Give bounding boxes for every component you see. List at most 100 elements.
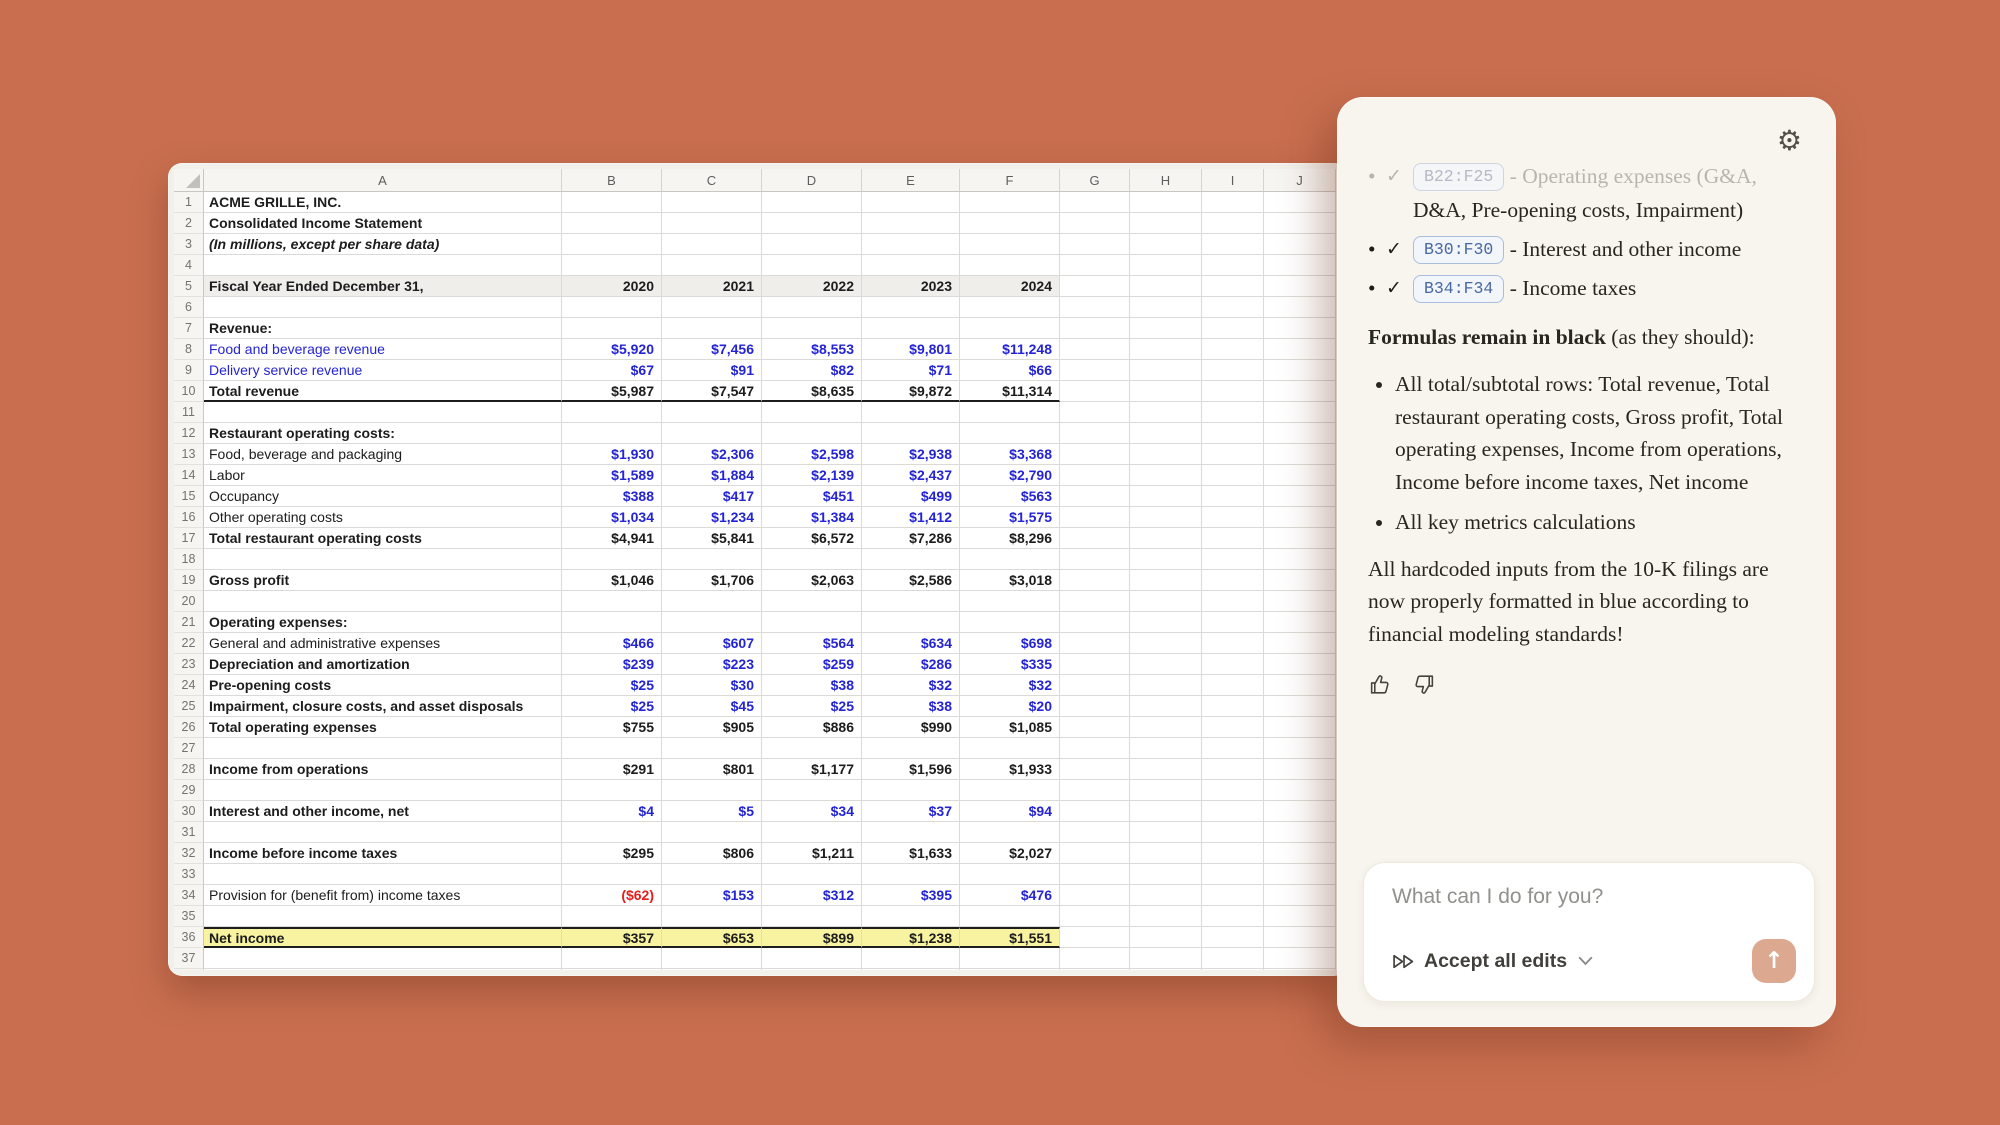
row-header-1[interactable]: 1 [174, 192, 204, 213]
cell-J6[interactable] [1264, 297, 1336, 318]
cell-E29[interactable] [862, 780, 960, 801]
cell-C7[interactable] [662, 318, 762, 339]
cell-H21[interactable] [1130, 612, 1202, 633]
cell-G24[interactable] [1060, 675, 1130, 696]
cell-J26[interactable] [1264, 717, 1336, 738]
cell-A15[interactable]: Occupancy [204, 486, 562, 507]
cell-I22[interactable] [1202, 633, 1264, 654]
cell-H7[interactable] [1130, 318, 1202, 339]
row-header-21[interactable]: 21 [174, 612, 204, 633]
cell-I5[interactable] [1202, 276, 1264, 297]
row-header-30[interactable]: 30 [174, 801, 204, 822]
cell-F5[interactable]: 2024 [960, 276, 1060, 297]
cell-F1[interactable] [960, 192, 1060, 213]
cell-E5[interactable]: 2023 [862, 276, 960, 297]
cell-I26[interactable] [1202, 717, 1264, 738]
row-header-24[interactable]: 24 [174, 675, 204, 696]
cell-B8[interactable]: $5,920 [562, 339, 662, 360]
cell-H8[interactable] [1130, 339, 1202, 360]
cell-A32[interactable]: Income before income taxes [204, 843, 562, 864]
cell-J34[interactable] [1264, 885, 1336, 906]
cell-A26[interactable]: Total operating expenses [204, 717, 562, 738]
cell-H30[interactable] [1130, 801, 1202, 822]
cell-C23[interactable]: $223 [662, 654, 762, 675]
cell-H26[interactable] [1130, 717, 1202, 738]
column-header-D[interactable]: D [762, 169, 862, 192]
row-header-14[interactable]: 14 [174, 465, 204, 486]
cell-I2[interactable] [1202, 213, 1264, 234]
cell-C19[interactable]: $1,706 [662, 570, 762, 591]
cell-E13[interactable]: $2,938 [862, 444, 960, 465]
cell-G35[interactable] [1060, 906, 1130, 927]
cell-J38[interactable] [1264, 969, 1336, 970]
cell-range-chip[interactable]: B34:F34 [1413, 275, 1504, 303]
cell-D14[interactable]: $2,139 [762, 465, 862, 486]
cell-B30[interactable]: $4 [562, 801, 662, 822]
cell-G3[interactable] [1060, 234, 1130, 255]
cell-A21[interactable]: Operating expenses: [204, 612, 562, 633]
cell-G21[interactable] [1060, 612, 1130, 633]
cell-C14[interactable]: $1,884 [662, 465, 762, 486]
cell-B35[interactable] [562, 906, 662, 927]
cell-A29[interactable] [204, 780, 562, 801]
row-header-3[interactable]: 3 [174, 234, 204, 255]
cell-A14[interactable]: Labor [204, 465, 562, 486]
row-header-18[interactable]: 18 [174, 549, 204, 570]
row-header-16[interactable]: 16 [174, 507, 204, 528]
cell-D18[interactable] [762, 549, 862, 570]
cell-G31[interactable] [1060, 822, 1130, 843]
cell-F20[interactable] [960, 591, 1060, 612]
cell-J36[interactable] [1264, 927, 1336, 948]
cell-B20[interactable] [562, 591, 662, 612]
cell-H37[interactable] [1130, 948, 1202, 969]
row-header-38[interactable]: 38 [174, 969, 204, 970]
cell-E37[interactable] [862, 948, 960, 969]
cell-A12[interactable]: Restaurant operating costs: [204, 423, 562, 444]
cell-G37[interactable] [1060, 948, 1130, 969]
cell-C35[interactable] [662, 906, 762, 927]
cell-H33[interactable] [1130, 864, 1202, 885]
cell-A33[interactable] [204, 864, 562, 885]
cell-H15[interactable] [1130, 486, 1202, 507]
cell-D15[interactable]: $451 [762, 486, 862, 507]
cell-E17[interactable]: $7,286 [862, 528, 960, 549]
row-header-32[interactable]: 32 [174, 843, 204, 864]
cell-F7[interactable] [960, 318, 1060, 339]
cell-A1[interactable]: ACME GRILLE, INC. [204, 192, 562, 213]
cell-D26[interactable]: $886 [762, 717, 862, 738]
cell-D30[interactable]: $34 [762, 801, 862, 822]
cell-G19[interactable] [1060, 570, 1130, 591]
cell-E27[interactable] [862, 738, 960, 759]
row-header-13[interactable]: 13 [174, 444, 204, 465]
cell-H1[interactable] [1130, 192, 1202, 213]
cell-F4[interactable] [960, 255, 1060, 276]
cell-I14[interactable] [1202, 465, 1264, 486]
cell-I10[interactable] [1202, 381, 1264, 402]
cell-D5[interactable]: 2022 [762, 276, 862, 297]
cell-D34[interactable]: $312 [762, 885, 862, 906]
cell-B25[interactable]: $25 [562, 696, 662, 717]
cell-C28[interactable]: $801 [662, 759, 762, 780]
column-header-B[interactable]: B [562, 169, 662, 192]
cell-H23[interactable] [1130, 654, 1202, 675]
cell-A6[interactable] [204, 297, 562, 318]
cell-F37[interactable] [960, 948, 1060, 969]
cell-H3[interactable] [1130, 234, 1202, 255]
cell-B14[interactable]: $1,589 [562, 465, 662, 486]
row-header-19[interactable]: 19 [174, 570, 204, 591]
cell-F15[interactable]: $563 [960, 486, 1060, 507]
cell-H10[interactable] [1130, 381, 1202, 402]
cell-I25[interactable] [1202, 696, 1264, 717]
cell-F27[interactable] [960, 738, 1060, 759]
cell-I6[interactable] [1202, 297, 1264, 318]
cell-B33[interactable] [562, 864, 662, 885]
cell-D28[interactable]: $1,177 [762, 759, 862, 780]
cell-F16[interactable]: $1,575 [960, 507, 1060, 528]
cell-A3[interactable]: (In millions, except per share data) [204, 234, 562, 255]
column-header-I[interactable]: I [1202, 169, 1264, 192]
chat-input[interactable] [1392, 885, 1786, 909]
cell-H31[interactable] [1130, 822, 1202, 843]
cell-G38[interactable] [1060, 969, 1130, 970]
cell-A8[interactable]: Food and beverage revenue [204, 339, 562, 360]
cell-B21[interactable] [562, 612, 662, 633]
